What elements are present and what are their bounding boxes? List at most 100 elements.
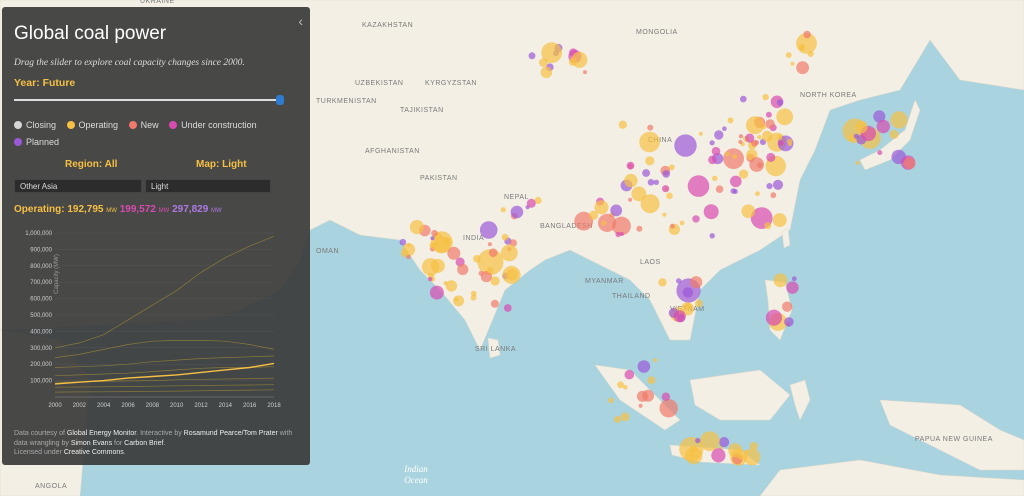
plant-bubble[interactable] (776, 108, 794, 126)
plant-bubble[interactable] (624, 173, 638, 188)
plant-bubble[interactable] (786, 138, 793, 145)
plant-bubble[interactable] (409, 220, 424, 235)
plant-bubble[interactable] (682, 287, 694, 298)
plant-bubble[interactable] (445, 280, 458, 292)
plant-bubble[interactable] (727, 117, 734, 124)
plant-bubble[interactable] (399, 238, 407, 246)
plant-bubble[interactable] (500, 207, 506, 213)
plant-bubble[interactable] (428, 276, 433, 282)
plant-bubble[interactable] (670, 223, 675, 229)
plant-bubble[interactable] (725, 151, 730, 157)
plant-bubble[interactable] (876, 119, 890, 134)
plant-bubble[interactable] (653, 358, 658, 363)
plant-bubble[interactable] (803, 30, 811, 39)
plant-bubble[interactable] (500, 244, 518, 262)
plant-bubble[interactable] (746, 116, 764, 135)
plant-bubble[interactable] (761, 130, 773, 142)
plant-bubble[interactable] (695, 299, 703, 308)
plant-bubble[interactable] (473, 254, 481, 263)
plant-bubble[interactable] (470, 294, 477, 301)
plant-bubble[interactable] (430, 258, 445, 273)
plant-bubble[interactable] (673, 310, 686, 323)
plant-bubble[interactable] (757, 134, 762, 140)
plant-bubble[interactable] (539, 58, 548, 67)
plant-bubble[interactable] (647, 124, 654, 131)
plant-bubble[interactable] (744, 449, 749, 455)
plant-bubble[interactable] (698, 131, 703, 136)
credit-link-cc[interactable]: Creative Commons (64, 449, 124, 456)
plant-bubble[interactable] (668, 164, 675, 171)
plant-bubble[interactable] (540, 66, 553, 79)
plant-bubble[interactable] (647, 179, 655, 186)
credit-link-carbon-brief[interactable]: Carbon Brief (124, 440, 163, 447)
plant-bubble[interactable] (639, 131, 660, 153)
plant-bubble[interactable] (903, 157, 916, 170)
plant-bubble[interactable] (662, 170, 670, 178)
plant-bubble[interactable] (608, 397, 614, 404)
plant-bubble[interactable] (653, 179, 659, 185)
plant-bubble[interactable] (487, 242, 492, 247)
plant-bubble[interactable] (619, 232, 624, 236)
plant-bubble[interactable] (712, 175, 718, 181)
plant-bubble[interactable] (790, 61, 795, 66)
plant-bubble[interactable] (708, 155, 717, 165)
plant-bubble[interactable] (528, 52, 536, 60)
plant-bubble[interactable] (754, 140, 759, 145)
plant-bubble[interactable] (601, 220, 607, 226)
plant-bubble[interactable] (798, 43, 805, 51)
slider-handle[interactable] (276, 95, 284, 105)
region-select[interactable]: Other Asia (14, 179, 142, 193)
plant-bubble[interactable] (610, 204, 623, 217)
plant-bubble[interactable] (642, 169, 650, 177)
plant-bubble[interactable] (631, 186, 647, 202)
plant-bubble[interactable] (722, 126, 727, 131)
plant-bubble[interactable] (501, 233, 509, 241)
plant-bubble[interactable] (488, 248, 498, 257)
plant-bubble[interactable] (636, 225, 643, 232)
plant-bubble[interactable] (659, 399, 678, 418)
plant-bubble[interactable] (785, 52, 792, 58)
plant-bubble[interactable] (782, 301, 793, 312)
plant-bubble[interactable] (637, 360, 651, 373)
plant-bubble[interactable] (442, 237, 452, 246)
plant-bubble[interactable] (773, 273, 788, 288)
plant-bubble[interactable] (730, 175, 742, 188)
plant-bubble[interactable] (732, 154, 738, 159)
plant-bubble[interactable] (679, 220, 685, 226)
plant-bubble[interactable] (738, 139, 743, 144)
plant-bubble[interactable] (647, 376, 656, 385)
plant-bubble[interactable] (623, 385, 628, 390)
plant-bubble[interactable] (853, 133, 859, 139)
plant-bubble[interactable] (855, 160, 860, 165)
plant-bubble[interactable] (490, 299, 499, 308)
plant-bubble[interactable] (510, 205, 524, 219)
plant-bubble[interactable] (855, 120, 868, 134)
plant-bubble[interactable] (772, 213, 787, 228)
plant-bubble[interactable] (676, 278, 682, 284)
plant-bubble[interactable] (636, 390, 649, 402)
plant-bubble[interactable] (620, 412, 630, 422)
collapse-icon[interactable]: ‹ (298, 13, 303, 29)
credit-link-simon-evans[interactable]: Simon Evans (71, 440, 112, 447)
plant-bubble[interactable] (583, 70, 587, 75)
plant-bubble[interactable] (658, 278, 667, 287)
plant-bubble[interactable] (571, 51, 588, 68)
plant-bubble[interactable] (755, 191, 760, 197)
plant-bubble[interactable] (772, 179, 784, 190)
plant-bubble[interactable] (890, 111, 908, 129)
plant-bubble[interactable] (749, 157, 765, 172)
year-slider[interactable] (14, 95, 284, 105)
plant-bubble[interactable] (745, 133, 755, 143)
plant-bubble[interactable] (598, 213, 617, 232)
plant-bubble[interactable] (699, 431, 720, 451)
slider-track[interactable] (14, 99, 280, 101)
plant-bubble[interactable] (614, 415, 621, 423)
plant-bubble[interactable] (638, 403, 643, 408)
plant-bubble[interactable] (740, 95, 747, 103)
plant-bubble[interactable] (662, 185, 670, 193)
plant-bubble[interactable] (723, 148, 744, 170)
plant-bubble[interactable] (674, 134, 697, 157)
plant-bubble[interactable] (765, 309, 783, 326)
plant-bubble[interactable] (766, 183, 773, 190)
plant-bubble[interactable] (877, 150, 883, 156)
